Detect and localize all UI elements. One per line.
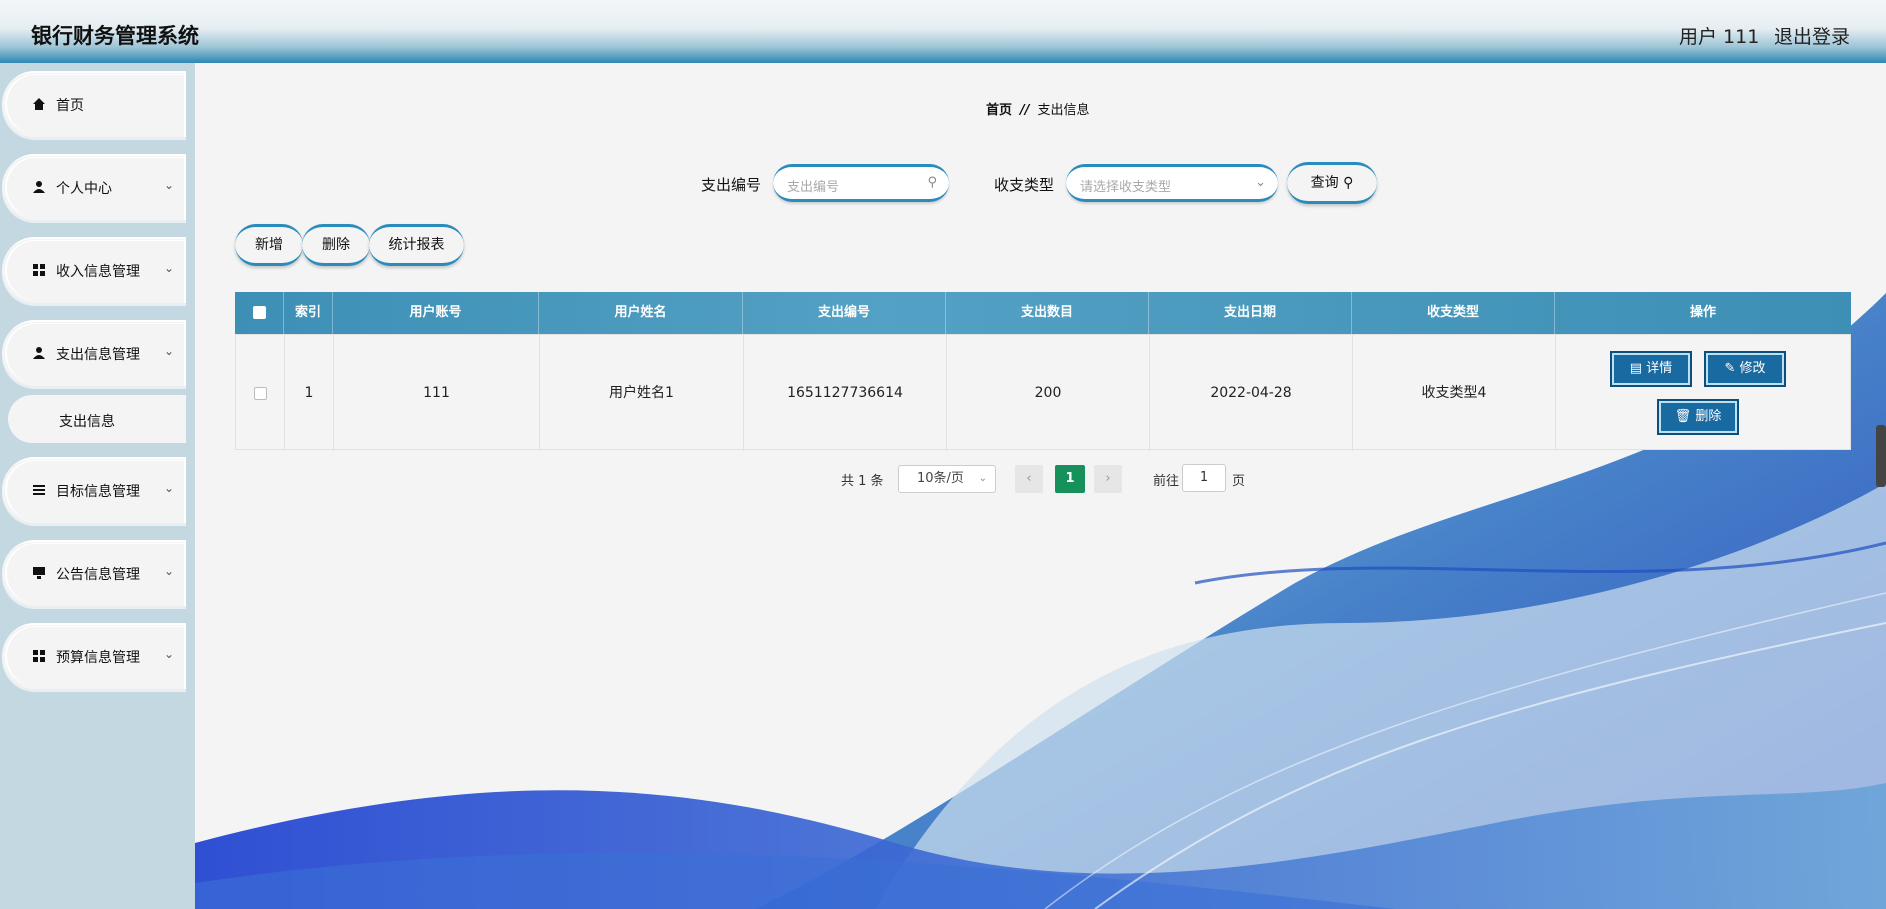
search-icon: ⚲	[927, 175, 937, 190]
row-delete-button-label: 删除	[1695, 409, 1722, 424]
detail-button[interactable]: ▤ 详情	[1610, 351, 1692, 387]
edit-button-label: 修改	[1739, 361, 1766, 376]
person-icon	[33, 347, 45, 359]
table-row: 1 111 用户姓名1 1651127736614 200 2022-04-28…	[235, 334, 1851, 451]
sidebar-item-income[interactable]: 收入信息管理 ⌄	[2, 237, 186, 303]
current-user: 用户 111	[1679, 26, 1760, 48]
cell-type: 收支类型4	[1353, 335, 1556, 451]
grid-icon	[33, 650, 45, 662]
sidebar-item-label: 支出信息管理	[56, 347, 140, 363]
add-button[interactable]: 新增	[235, 224, 303, 266]
sidebar-item-expense[interactable]: 支出信息管理 ⌄	[2, 320, 186, 386]
breadcrumb-home[interactable]: 首页	[986, 103, 1012, 118]
sidebar-item-goal[interactable]: 目标信息管理 ⌄	[2, 457, 186, 523]
chevron-down-icon: ⌄	[164, 647, 175, 661]
page-scrollbar[interactable]	[1876, 425, 1886, 487]
page-size-select[interactable]: 10条/页 ⌄	[898, 465, 996, 493]
chevron-down-icon: ⌄	[164, 564, 175, 578]
logout-link[interactable]: 退出登录	[1774, 22, 1850, 49]
home-icon	[33, 98, 45, 110]
sidebar-item-label: 首页	[56, 98, 84, 114]
list-icon	[33, 485, 45, 495]
chevron-right-icon: ›	[1105, 471, 1111, 486]
header-select-all[interactable]	[235, 292, 284, 334]
query-button[interactable]: 查询 ⚲	[1287, 162, 1377, 204]
header-cell: 用户账号	[333, 292, 539, 334]
breadcrumb: 首页 // 支出信息	[986, 99, 1090, 118]
trash-icon: 🗑	[1674, 409, 1692, 424]
select-all-checkbox[interactable]	[252, 306, 266, 319]
app-title: 银行财务管理系统	[31, 24, 199, 48]
goto-prefix: 前往	[1153, 474, 1180, 489]
type-select[interactable]: 请选择收支类型 ⌄	[1066, 164, 1278, 202]
monitor-icon	[33, 567, 45, 579]
sidebar-item-label: 目标信息管理	[56, 484, 140, 500]
cell-amount: 200	[947, 335, 1150, 451]
cell-index: 1	[285, 335, 334, 451]
detail-button-label: 详情	[1646, 361, 1673, 376]
sidebar-item-home[interactable]: 首页	[2, 71, 186, 137]
prev-page-button[interactable]: ‹	[1015, 465, 1043, 493]
cell-date: 2022-04-28	[1150, 335, 1353, 451]
breadcrumb-current: 支出信息	[1037, 103, 1090, 118]
row-checkbox[interactable]	[253, 386, 267, 400]
chevron-down-icon: ⌄	[978, 473, 987, 484]
cell-code: 1651127736614	[744, 335, 947, 451]
sidebar-item-notice[interactable]: 公告信息管理 ⌄	[2, 540, 186, 606]
sidebar-item-budget[interactable]: 预算信息管理 ⌄	[2, 623, 186, 689]
sidebar-subitem-label: 支出信息	[59, 414, 115, 430]
cell-name: 用户姓名1	[540, 335, 744, 451]
delete-button[interactable]: 删除	[302, 224, 370, 266]
chevron-down-icon: ⌄	[164, 261, 175, 275]
sidebar-item-label: 个人中心	[56, 181, 112, 197]
page-number-1[interactable]: 1	[1055, 465, 1085, 493]
header-cell: 索引	[284, 292, 333, 334]
edit-button[interactable]: ✎ 修改	[1704, 351, 1786, 387]
next-page-button[interactable]: ›	[1094, 465, 1122, 493]
sidebar-item-label: 预算信息管理	[56, 650, 140, 666]
chevron-left-icon: ‹	[1026, 471, 1032, 486]
query-button-label: 查询	[1310, 175, 1339, 191]
pagination-total: 共 1 条	[841, 474, 884, 489]
search-icon: ⚲	[1343, 175, 1354, 191]
expense-code-label: 支出编号	[701, 176, 762, 194]
sidebar: 首页 个人中心 ⌄ 收入信息管理 ⌄ 支出信息管理 ⌄ 支出信息 目标信息管理 …	[0, 63, 195, 909]
header-cell: 收支类型	[1352, 292, 1555, 334]
expense-code-placeholder: 支出编号	[787, 180, 840, 195]
header-cell: 操作	[1689, 305, 1716, 320]
chevron-down-icon: ⌄	[1255, 175, 1266, 190]
cell-actions: ▤ 详情 ✎ 修改 🗑 删除	[1556, 335, 1850, 451]
sidebar-item-label: 公告信息管理	[56, 567, 140, 583]
grid-icon	[33, 264, 45, 276]
app-header: 银行财务管理系统 用户 111 退出登录	[0, 0, 1886, 63]
header-cell: 支出编号	[743, 292, 946, 334]
row-delete-button[interactable]: 🗑 删除	[1657, 399, 1739, 435]
edit-icon: ✎	[1724, 361, 1736, 376]
expense-code-input[interactable]: 支出编号 ⚲	[773, 164, 949, 202]
header-cell: 支出数目	[946, 292, 1149, 334]
chevron-down-icon: ⌄	[164, 344, 175, 358]
breadcrumb-separator: //	[1020, 103, 1030, 118]
sidebar-item-label: 收入信息管理	[56, 264, 140, 280]
goto-page-input[interactable]: 1	[1182, 464, 1226, 492]
sidebar-item-personal[interactable]: 个人中心 ⌄	[2, 154, 186, 220]
cell-account: 111	[334, 335, 540, 451]
document-icon: ▤	[1629, 361, 1643, 376]
table-header: 索引 用户账号 用户姓名 支出编号 支出数目 支出日期 收支类型 操作	[235, 292, 1851, 334]
person-icon	[33, 181, 45, 193]
goto-suffix: 页	[1232, 474, 1246, 489]
row-select-cell[interactable]	[236, 335, 285, 451]
header-cell: 支出日期	[1149, 292, 1352, 334]
type-label: 收支类型	[994, 176, 1055, 194]
report-button[interactable]: 统计报表	[369, 224, 464, 266]
page-size-value: 10条/页	[917, 471, 964, 486]
chevron-down-icon: ⌄	[164, 481, 175, 495]
sidebar-subitem-expense-info[interactable]: 支出信息	[8, 395, 186, 443]
chevron-down-icon: ⌄	[164, 178, 175, 192]
main-content: 首页 // 支出信息 支出编号 支出编号 ⚲ 收支类型 请选择收支类型 ⌄ 查询 ⚲…	[195, 63, 1886, 909]
type-select-placeholder: 请选择收支类型	[1080, 180, 1172, 195]
header-cell: 用户姓名	[539, 292, 743, 334]
